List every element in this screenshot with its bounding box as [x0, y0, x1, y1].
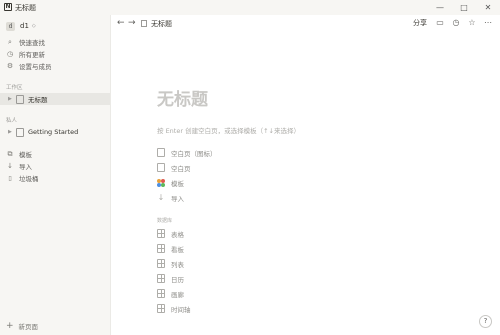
doc-icon: [157, 148, 165, 157]
trash-icon: ▯: [8, 174, 12, 182]
list-icon: [157, 259, 165, 268]
sidebar-item-label: 模板: [19, 151, 32, 159]
option-import[interactable]: ↓ 导入: [157, 192, 184, 203]
help-button[interactable]: ?: [479, 315, 492, 328]
option-label: 导入: [171, 194, 184, 203]
sidebar: d d1 ◇ ⌕ 快速查找 ◷ 所有更新 ⚙ 设置与成员 工作区 ▶ 无标题 私…: [0, 15, 111, 335]
sidebar-page-getting-started[interactable]: ▶ Getting Started: [0, 126, 110, 138]
timeline-icon: [157, 304, 165, 313]
option-label: 模板: [171, 179, 184, 188]
back-arrow-icon[interactable]: ←: [117, 18, 125, 28]
workspace-name: d1: [20, 22, 29, 30]
option-label: 空白页（图标）: [171, 149, 217, 158]
template-icon: ⧉: [7, 149, 13, 158]
doc-icon: [157, 163, 165, 172]
page-icon: [16, 94, 24, 104]
favorite-star-icon[interactable]: ☆: [467, 18, 477, 28]
expand-toggle-icon[interactable]: ▶: [8, 96, 14, 102]
table-icon: [157, 229, 165, 238]
title-bar: N 无标题 — □ ✕: [0, 0, 500, 15]
option-table[interactable]: 表格: [157, 228, 184, 239]
forward-arrow-icon[interactable]: →: [128, 18, 136, 28]
calendar-icon: [157, 274, 165, 283]
page-icon: [141, 20, 147, 27]
option-label: 表格: [171, 230, 184, 239]
app-window: N 无标题 — □ ✕ d d1 ◇ ⌕ 快速查找 ◷ 所有更新 ⚙ 设置与成员…: [0, 0, 500, 335]
search-icon: ⌕: [8, 37, 12, 46]
sidebar-item-label: 导入: [19, 163, 32, 171]
empty-page-hint: 按 Enter 创建空白页，或选择模板（↑↓来选择）: [157, 127, 300, 135]
option-templates[interactable]: 模板: [157, 177, 184, 188]
option-label: 日历: [171, 275, 184, 284]
database-section-label: 数据库: [157, 218, 173, 224]
clock-icon: ◷: [6, 50, 14, 58]
page-header: ← → 无标题 分享 ▭ ◷ ☆ ⋯: [111, 15, 500, 33]
comment-icon[interactable]: ▭: [435, 18, 445, 28]
minimize-button[interactable]: —: [428, 0, 452, 15]
gear-icon: ⚙: [6, 62, 14, 70]
page-icon: [16, 127, 24, 137]
sidebar-item-trash[interactable]: ▯ 垃圾桶: [6, 172, 106, 184]
sidebar-item-label: 所有更新: [19, 51, 45, 59]
sidebar-page-untitled[interactable]: ▶ 无标题: [0, 93, 110, 105]
sidebar-item-import[interactable]: ↓ 导入: [6, 160, 106, 172]
maximize-button[interactable]: □: [452, 0, 476, 15]
option-label: 空白页: [171, 164, 191, 173]
template-icon: [157, 178, 165, 187]
option-blank-with-icon[interactable]: 空白页（图标）: [157, 147, 217, 158]
new-page-button[interactable]: + 新页面: [6, 321, 38, 331]
plus-icon: +: [6, 321, 14, 331]
option-label: 列表: [171, 260, 184, 269]
breadcrumb[interactable]: 无标题: [141, 19, 172, 29]
close-button[interactable]: ✕: [476, 0, 500, 15]
sidebar-item-label: 垃圾桶: [19, 175, 39, 183]
sidebar-page-label: 无标题: [28, 96, 48, 104]
sidebar-item-label: 设置与成员: [19, 63, 52, 71]
sidebar-item-settings[interactable]: ⚙ 设置与成员: [6, 60, 106, 72]
workspace-switcher[interactable]: d d1 ◇: [6, 20, 36, 32]
sidebar-item-label: 快速查找: [19, 39, 45, 47]
new-page-label: 新页面: [18, 323, 39, 331]
more-options-icon[interactable]: ⋯: [483, 18, 493, 28]
import-icon: ↓: [7, 162, 13, 170]
option-list[interactable]: 列表: [157, 258, 184, 269]
window-title: 无标题: [15, 4, 36, 12]
share-button[interactable]: 分享: [413, 18, 427, 28]
sidebar-page-label: Getting Started: [28, 128, 79, 136]
option-label: 画廊: [171, 290, 184, 299]
chevron-updown-icon: ◇: [31, 23, 36, 29]
section-label-private: 私人: [6, 118, 18, 124]
option-board[interactable]: 看板: [157, 243, 184, 254]
option-timeline[interactable]: 时间轴: [157, 303, 191, 314]
import-icon: ↓: [157, 193, 165, 202]
option-blank-page[interactable]: 空白页: [157, 162, 191, 173]
section-label-workspace: 工作区: [6, 85, 23, 91]
option-label: 看板: [171, 245, 184, 254]
sidebar-item-templates[interactable]: ⧉ 模板: [6, 148, 106, 160]
app-logo-icon: N: [4, 3, 12, 11]
option-label: 时间轴: [171, 305, 191, 314]
sidebar-item-search[interactable]: ⌕ 快速查找: [6, 36, 106, 48]
expand-toggle-icon[interactable]: ▶: [8, 129, 14, 135]
option-gallery[interactable]: 画廊: [157, 288, 184, 299]
sidebar-item-updates[interactable]: ◷ 所有更新: [6, 48, 106, 60]
gallery-icon: [157, 289, 165, 298]
history-icon[interactable]: ◷: [451, 18, 461, 28]
option-calendar[interactable]: 日历: [157, 273, 184, 284]
board-icon: [157, 244, 165, 253]
page-title[interactable]: 无标题: [157, 85, 208, 110]
workspace-avatar: d: [6, 21, 15, 31]
breadcrumb-label: 无标题: [151, 20, 172, 28]
